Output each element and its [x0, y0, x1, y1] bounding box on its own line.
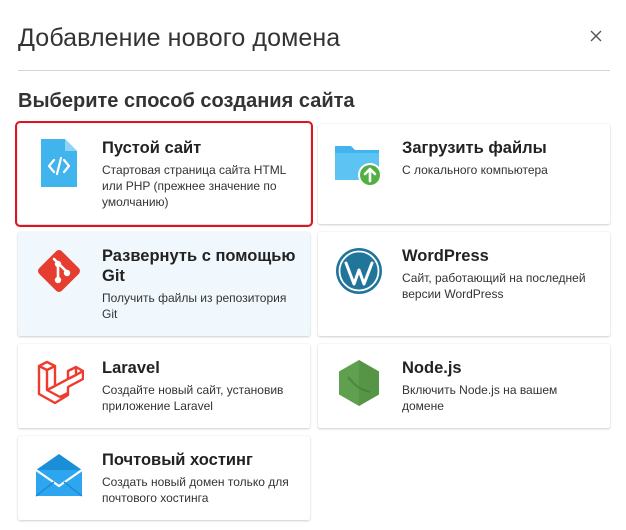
option-description: С локального компьютера [402, 163, 548, 177]
dialog-title: Добавление нового домена [18, 24, 341, 52]
laravel-icon [37, 360, 84, 405]
mail-icon [35, 454, 83, 497]
option-description: Создайте новый сайт, установив приложени… [102, 383, 284, 413]
section-subtitle: Выберите способ создания сайта [18, 90, 355, 112]
option-description: Создать новый домен только для почтового… [102, 475, 289, 505]
dialog-header: Добавление нового домена [18, 22, 610, 71]
git-icon [38, 250, 80, 292]
option-title: Загрузить файлы [402, 139, 547, 157]
add-domain-dialog: Добавление нового домена Выберите способ… [0, 0, 626, 530]
option-description: Сайт, работающий на последней версии Wor… [402, 271, 586, 301]
option-description: Стартовая страница сайта HTML или PHP (п… [102, 163, 286, 209]
option-title: Node.js [402, 359, 462, 377]
option-mail-hosting[interactable]: Почтовый хостинг Создать новый домен тол… [18, 436, 310, 520]
wordpress-icon [336, 248, 382, 294]
option-empty-site[interactable]: Пустой сайт Стартовая страница сайта HTM… [15, 121, 313, 227]
option-nodejs[interactable]: Node.js Включить Node.js на вашем домене [318, 344, 610, 428]
option-laravel[interactable]: Laravel Создайте новый сайт, установив п… [18, 344, 310, 428]
close-icon[interactable] [588, 28, 604, 44]
option-title: Развернуть с помощью Git [102, 247, 296, 285]
option-title: WordPress [402, 247, 489, 265]
option-description: Получить файлы из репозитория Git [102, 291, 287, 321]
option-title: Laravel [102, 359, 160, 377]
code-file-icon [41, 139, 77, 187]
folder-upload-icon [335, 146, 382, 187]
nodejs-icon [339, 360, 379, 406]
option-title: Почтовый хостинг [102, 451, 253, 469]
option-title: Пустой сайт [102, 139, 202, 157]
option-git[interactable]: Развернуть с помощью Git Получить файлы … [18, 232, 310, 336]
option-wordpress[interactable]: WordPress Сайт, работающий на последней … [318, 232, 610, 336]
option-upload-files[interactable]: Загрузить файлы С локального компьютера [318, 124, 610, 224]
option-description: Включить Node.js на вашем домене [402, 383, 558, 413]
